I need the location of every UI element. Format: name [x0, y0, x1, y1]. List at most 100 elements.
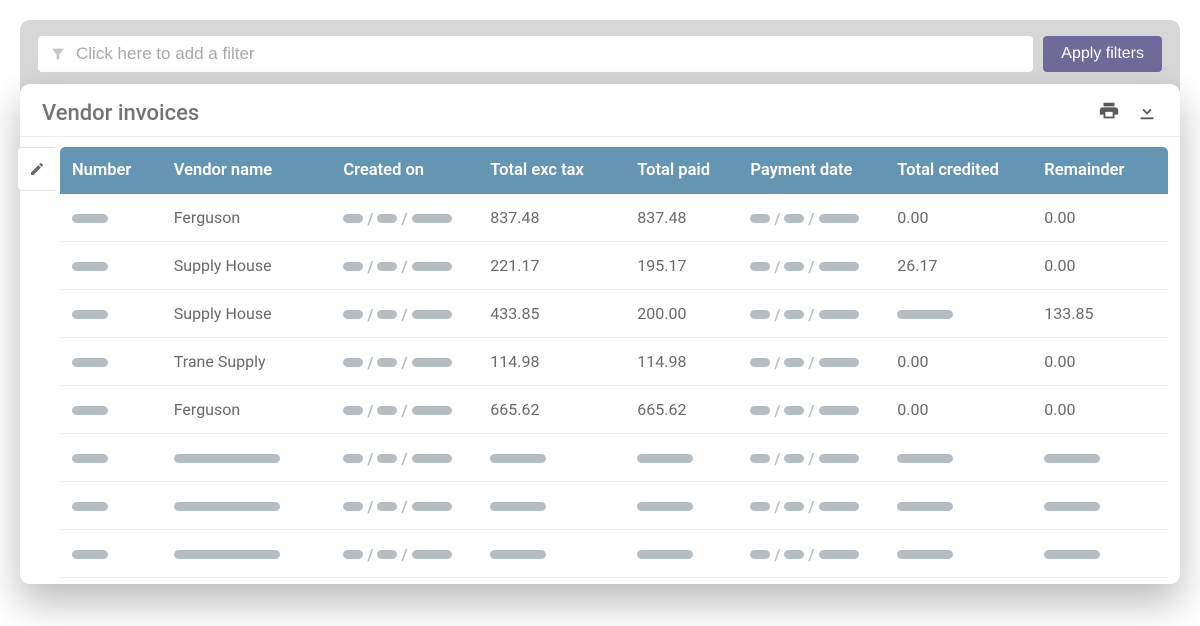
panel-header: Vendor invoices — [20, 84, 1180, 137]
table-row[interactable]: // // — [60, 434, 1168, 482]
table-row[interactable]: Ferguson//665.62665.62//0.000.00 — [60, 386, 1168, 434]
table-row[interactable]: Trane Supply//114.98114.98//0.000.00 — [60, 338, 1168, 386]
filter-input[interactable] — [76, 44, 1021, 64]
col-number[interactable]: Number — [60, 147, 162, 194]
cell-remainder: 0.00 — [1032, 338, 1168, 386]
app-container: Apply filters Vendor invoices Number — [20, 20, 1180, 584]
cell-total-exc-tax: 433.85 — [478, 290, 625, 338]
cell-vendor — [162, 482, 332, 530]
funnel-icon — [50, 46, 66, 62]
table-row[interactable]: //// — [60, 530, 1168, 578]
cell-number — [60, 338, 162, 386]
cell-total-credited — [885, 434, 1032, 482]
redacted-date: // — [750, 211, 858, 227]
redacted-date: // — [750, 499, 858, 515]
table-row[interactable]: Ferguson//837.48837.48//0.000.00 — [60, 194, 1168, 242]
cell-number — [60, 194, 162, 242]
panel-actions — [1098, 100, 1158, 126]
redacted-value — [897, 310, 953, 319]
cell-created: // — [331, 434, 478, 482]
cell-payment-date: // — [738, 194, 885, 242]
cell-total-credited: 0.00 — [885, 194, 1032, 242]
redacted-value — [1044, 454, 1100, 463]
col-vendor-name[interactable]: Vendor name — [162, 147, 332, 194]
table-wrap: Number Vendor name Created on Total exc … — [20, 137, 1180, 578]
pencil-icon — [29, 161, 45, 177]
redacted-date: // — [343, 403, 451, 419]
cell-payment-date: // — [738, 338, 885, 386]
cell-remainder: 0.00 — [1032, 194, 1168, 242]
redacted-date: // — [750, 259, 858, 275]
cell-total-paid — [625, 434, 738, 482]
redacted-value — [72, 502, 108, 511]
col-total-credited[interactable]: Total credited — [885, 147, 1032, 194]
cell-created: // — [331, 242, 478, 290]
redacted-value — [637, 550, 693, 559]
download-icon[interactable] — [1136, 100, 1158, 126]
redacted-value — [1044, 502, 1100, 511]
redacted-date: // — [750, 307, 858, 323]
redacted-value — [637, 454, 693, 463]
col-payment-date[interactable]: Payment date — [738, 147, 885, 194]
edit-columns-button[interactable] — [17, 147, 55, 191]
filter-input-wrap[interactable] — [38, 36, 1033, 72]
cell-vendor — [162, 530, 332, 578]
redacted-date: // — [343, 259, 451, 275]
apply-filters-button[interactable]: Apply filters — [1043, 36, 1162, 72]
cell-remainder: 0.00 — [1032, 242, 1168, 290]
cell-remainder: 0.00 — [1032, 386, 1168, 434]
redacted-date: // — [343, 211, 451, 227]
cell-remainder — [1032, 530, 1168, 578]
cell-total-exc-tax — [478, 434, 625, 482]
redacted-value — [174, 502, 280, 511]
redacted-date: // — [343, 499, 451, 515]
col-remainder[interactable]: Remainder — [1032, 147, 1168, 194]
redacted-date: // — [343, 307, 451, 323]
cell-total-paid: 837.48 — [625, 194, 738, 242]
cell-vendor: Trane Supply — [162, 338, 332, 386]
table-row[interactable]: Supply House // 221.17195.17 // 26.170.00 — [60, 242, 1168, 290]
vendor-invoices-table: Number Vendor name Created on Total exc … — [60, 147, 1168, 578]
redacted-value — [490, 502, 546, 511]
cell-vendor: Supply House — [162, 242, 332, 290]
cell-created: // — [331, 194, 478, 242]
redacted-value — [72, 214, 108, 223]
cell-number — [60, 434, 162, 482]
cell-total-credited — [885, 530, 1032, 578]
cell-total-paid — [625, 530, 738, 578]
cell-number — [60, 242, 162, 290]
cell-total-credited: 0.00 — [885, 386, 1032, 434]
col-created-on[interactable]: Created on — [331, 147, 478, 194]
col-total-exc-tax[interactable]: Total exc tax — [478, 147, 625, 194]
redacted-date: // — [750, 355, 858, 371]
cell-payment-date: // — [738, 530, 885, 578]
cell-payment-date: // — [738, 434, 885, 482]
table-row[interactable]: Supply House//433.85200.00//133.85 — [60, 290, 1168, 338]
cell-number — [60, 482, 162, 530]
cell-vendor: Supply House — [162, 290, 332, 338]
redacted-value — [490, 454, 546, 463]
redacted-date: // — [750, 451, 858, 467]
cell-total-paid: 200.00 — [625, 290, 738, 338]
cell-total-credited: 26.17 — [885, 242, 1032, 290]
cell-vendor: Ferguson — [162, 194, 332, 242]
cell-total-paid: 195.17 — [625, 242, 738, 290]
redacted-value — [174, 550, 280, 559]
panel-title: Vendor invoices — [42, 101, 199, 126]
cell-created: // — [331, 482, 478, 530]
redacted-value — [72, 454, 108, 463]
print-icon[interactable] — [1098, 100, 1120, 126]
cell-created: // — [331, 338, 478, 386]
redacted-value — [72, 262, 108, 271]
table-header-row: Number Vendor name Created on Total exc … — [60, 147, 1168, 194]
table-row[interactable]: // // — [60, 482, 1168, 530]
vendor-invoices-panel: Vendor invoices Number Vendor name — [20, 84, 1180, 584]
redacted-value — [897, 454, 953, 463]
redacted-value — [72, 358, 108, 367]
cell-number — [60, 530, 162, 578]
col-total-paid[interactable]: Total paid — [625, 147, 738, 194]
cell-total-exc-tax: 221.17 — [478, 242, 625, 290]
cell-total-exc-tax: 665.62 — [478, 386, 625, 434]
cell-remainder — [1032, 434, 1168, 482]
cell-created: // — [331, 386, 478, 434]
